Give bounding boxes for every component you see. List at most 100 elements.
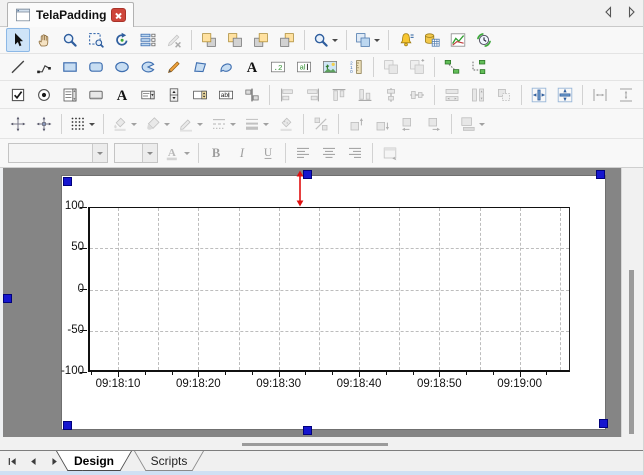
tab-scroll-left-button[interactable] [602, 5, 616, 19]
align-right-button[interactable] [301, 83, 325, 107]
text-tool[interactable]: A [240, 55, 264, 79]
query-config-button[interactable] [420, 28, 444, 52]
size-left-button[interactable] [396, 112, 420, 136]
polyline-tool[interactable] [32, 55, 56, 79]
tab-order-tool[interactable] [136, 28, 160, 52]
chevron-down-icon[interactable] [92, 144, 107, 162]
selection-handle-top-right[interactable] [596, 170, 605, 179]
vertical-scrollbar[interactable] [621, 168, 643, 437]
polygon-tool[interactable] [188, 55, 212, 79]
fill-effects-button[interactable] [274, 112, 298, 136]
tab-scripts[interactable]: Scripts [134, 451, 204, 471]
select-tool[interactable] [6, 28, 30, 52]
nudge-size-button[interactable] [32, 112, 56, 136]
background-style-button[interactable] [457, 112, 488, 136]
listbox-tool[interactable] [58, 83, 82, 107]
textedit-tool[interactable]: ab [214, 83, 238, 107]
selection-handle-bottom-center[interactable] [303, 426, 312, 435]
send-to-back-button[interactable] [223, 28, 247, 52]
first-tab-button[interactable] [6, 455, 19, 468]
line-style-button[interactable] [208, 112, 239, 136]
nudge-position-button[interactable] [6, 112, 30, 136]
line-tool[interactable] [6, 55, 30, 79]
chart-object[interactable]: 100500-50-10009:18:1009:18:2009:18:3009:… [88, 207, 570, 372]
tab-scroll-right-button[interactable] [624, 5, 638, 19]
scale-tool[interactable]: 210 [344, 55, 368, 79]
checkbox-tool[interactable] [6, 83, 30, 107]
time-config-button[interactable] [472, 28, 496, 52]
label-tool[interactable]: A [110, 83, 134, 107]
arc-tool[interactable] [136, 55, 160, 79]
grid-toggle-button[interactable] [67, 112, 98, 136]
tab-design[interactable]: Design [56, 451, 132, 471]
zoom-tool[interactable] [58, 28, 82, 52]
percent-fill-button[interactable] [309, 112, 333, 136]
zoom-area-tool[interactable] [84, 28, 108, 52]
pan-tool[interactable] [32, 28, 56, 52]
space-evenly-horizontal-button[interactable] [588, 83, 612, 107]
spinedit-tool[interactable] [188, 83, 212, 107]
text-align-center-button[interactable] [317, 141, 341, 165]
splitter-tool[interactable] [240, 83, 264, 107]
vertical-scrollbar-thumb[interactable] [629, 270, 634, 434]
brush-style-button[interactable] [142, 112, 173, 136]
selection-handle-bottom-right[interactable] [599, 419, 608, 428]
combobox-tool[interactable] [136, 83, 160, 107]
selection-handle-top-left[interactable] [63, 177, 72, 186]
align-left-button[interactable] [275, 83, 299, 107]
size-down-button[interactable] [370, 112, 394, 136]
bring-to-front-button[interactable] [197, 28, 221, 52]
horizontal-scrollbar-thumb[interactable] [242, 443, 388, 446]
document-tab-telapadding[interactable]: TelaPadding [7, 2, 134, 27]
updown-tool[interactable] [162, 83, 186, 107]
zoom-level-button[interactable] [310, 28, 341, 52]
make-same-width-button[interactable] [440, 83, 464, 107]
edit-points-tool[interactable] [162, 28, 186, 52]
italic-button[interactable]: I [230, 141, 254, 165]
picture-tool[interactable] [318, 55, 342, 79]
line-color-button[interactable] [175, 112, 206, 136]
align-top-button[interactable] [327, 83, 351, 107]
space-evenly-vertical-button[interactable] [614, 83, 638, 107]
rotate-tool[interactable] [110, 28, 134, 52]
font-name-combo[interactable] [8, 143, 108, 163]
commandbutton-tool[interactable] [84, 83, 108, 107]
freehand-tool[interactable] [162, 55, 186, 79]
ungroup-objects-button[interactable] [405, 55, 429, 79]
font-color-button[interactable]: A [162, 141, 193, 165]
text-align-left-button[interactable] [291, 141, 315, 165]
close-icon[interactable] [111, 8, 126, 22]
size-up-button[interactable] [344, 112, 368, 136]
selection-handle-bottom-left[interactable] [63, 421, 72, 430]
text-align-right-button[interactable] [343, 141, 367, 165]
bold-button[interactable]: B [204, 141, 228, 165]
make-same-size-button[interactable] [492, 83, 516, 107]
curve-tool[interactable] [214, 55, 238, 79]
make-same-height-button[interactable] [466, 83, 490, 107]
display-tool[interactable]: .2 [266, 55, 290, 79]
rectangle-tool[interactable] [58, 55, 82, 79]
apply-window-button[interactable] [378, 141, 402, 165]
selection-handle-middle-left[interactable] [3, 294, 12, 303]
horizontal-scrollbar[interactable] [0, 437, 644, 450]
selection-handle-top-center[interactable] [303, 170, 312, 179]
setpoint-tool[interactable]: al [292, 55, 316, 79]
size-right-button[interactable] [422, 112, 446, 136]
bring-forward-button[interactable] [249, 28, 273, 52]
screen-page[interactable]: 100500-50-10009:18:1009:18:2009:18:3009:… [62, 176, 605, 429]
align-middle-horizontal-button[interactable] [405, 83, 429, 107]
link-vertical-tool[interactable] [466, 55, 490, 79]
center-horizontal-window-button[interactable] [527, 83, 551, 107]
group-objects-button[interactable] [379, 55, 403, 79]
center-vertical-window-button[interactable] [553, 83, 577, 107]
fill-color-button[interactable] [109, 112, 140, 136]
font-size-combo[interactable] [114, 143, 158, 163]
align-middle-vertical-button[interactable] [379, 83, 403, 107]
chevron-down-icon[interactable] [142, 144, 157, 162]
link-horizontal-tool[interactable] [440, 55, 464, 79]
rounded-rectangle-tool[interactable] [84, 55, 108, 79]
group-menu-button[interactable] [352, 28, 383, 52]
underline-button[interactable]: U [256, 141, 280, 165]
radiobutton-tool[interactable] [32, 83, 56, 107]
alarm-config-button[interactable] [394, 28, 418, 52]
